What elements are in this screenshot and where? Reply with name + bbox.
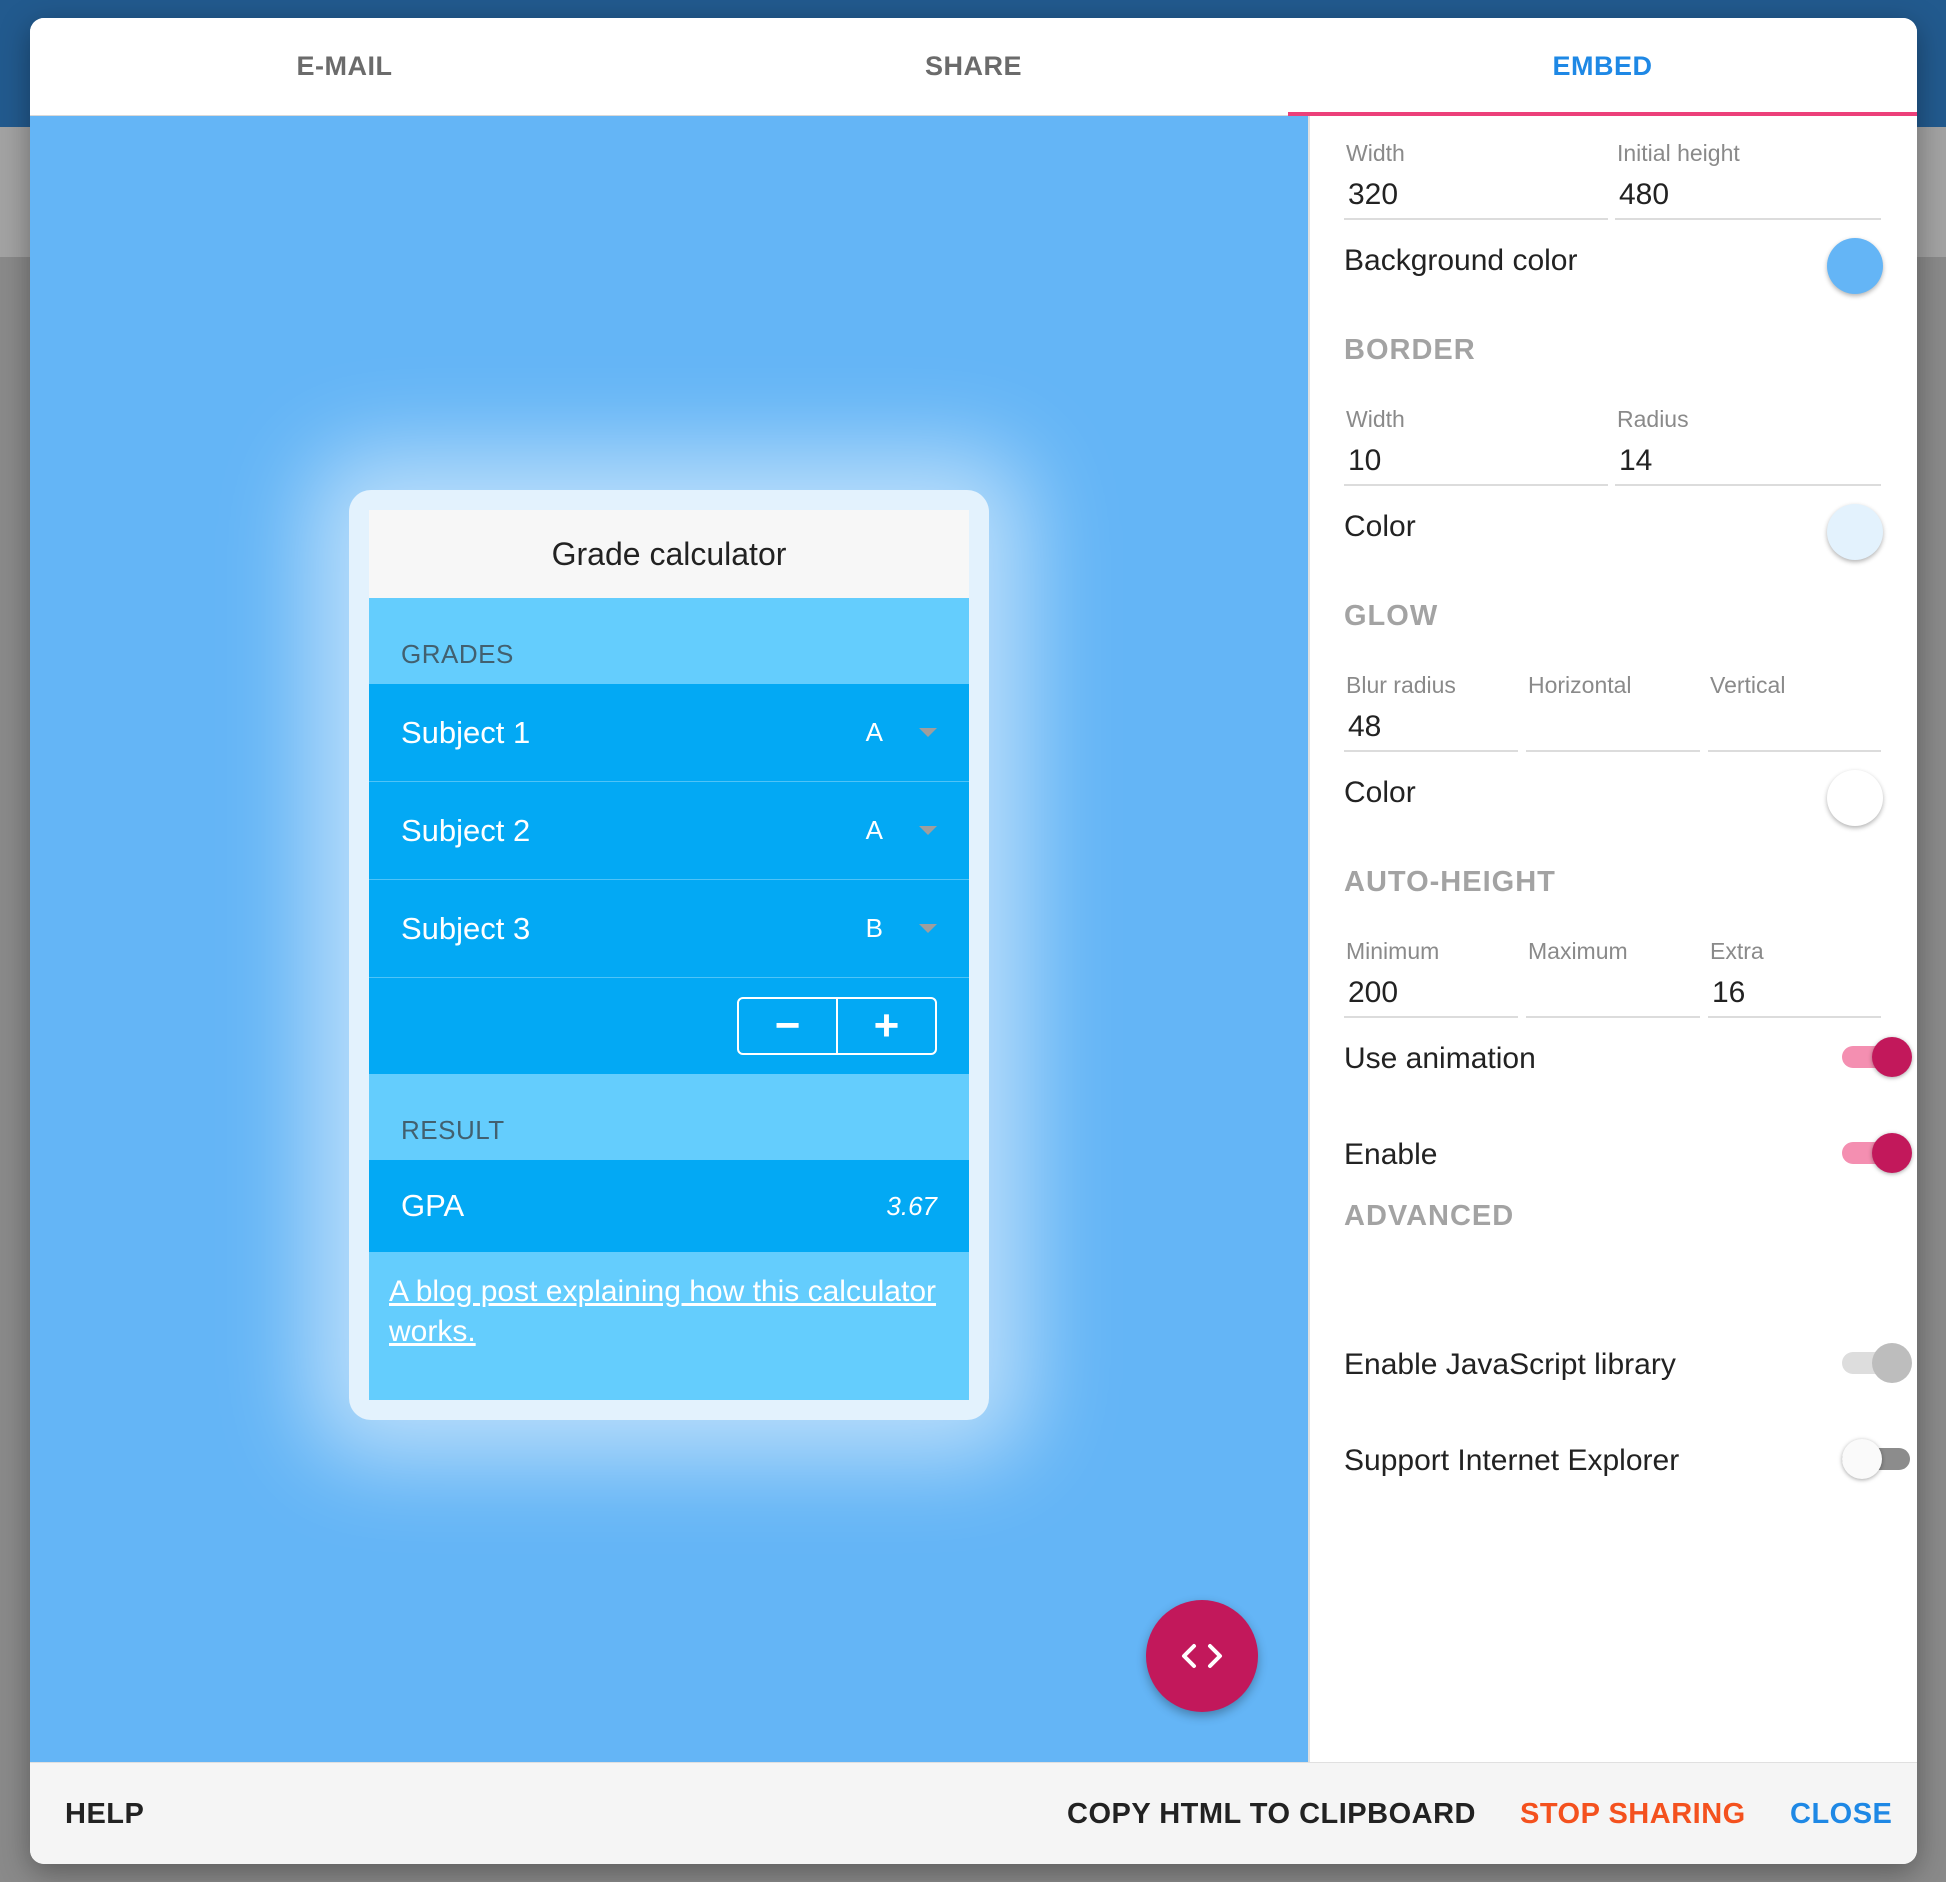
blur-radius-field[interactable]	[1344, 704, 1518, 752]
add-subject-button[interactable]: +	[836, 999, 935, 1053]
js-library-toggle[interactable]	[1842, 1343, 1912, 1383]
border-width-field[interactable]	[1344, 438, 1608, 486]
grade-select-value[interactable]: A	[866, 815, 883, 846]
tab-embed[interactable]: EMBED	[1288, 18, 1917, 116]
tab-bar: E-MAIL SHARE EMBED	[30, 18, 1917, 116]
minimum-field[interactable]	[1344, 970, 1518, 1018]
glow-color-swatch[interactable]	[1827, 770, 1883, 826]
glow-horizontal-label: Horizontal	[1528, 672, 1632, 698]
use-animation-toggle[interactable]	[1842, 1037, 1912, 1077]
dialog-footer: HELP COPY HTML TO CLIPBOARD STOP SHARING…	[30, 1762, 1917, 1864]
tab-share[interactable]: SHARE	[659, 18, 1288, 115]
background-color-label: Background color	[1344, 244, 1578, 277]
ie-support-label: Support Internet Explorer	[1344, 1444, 1680, 1477]
glow-color-label: Color	[1344, 776, 1416, 809]
background-color-swatch[interactable]	[1827, 238, 1883, 294]
enable-auto-height-label: Enable	[1344, 1138, 1438, 1171]
border-heading: BORDER	[1344, 334, 1476, 366]
help-button[interactable]: HELP	[65, 1763, 144, 1864]
grade-select-value[interactable]: B	[866, 913, 883, 944]
border-color-swatch[interactable]	[1827, 504, 1883, 560]
glow-horizontal-field[interactable]	[1526, 704, 1700, 752]
initial-height-label: Initial height	[1617, 140, 1740, 166]
result-value: 3.67	[886, 1190, 937, 1221]
grade-select-value[interactable]: A	[866, 717, 883, 748]
width-label: Width	[1346, 140, 1405, 166]
close-button[interactable]: CLOSE	[1790, 1763, 1892, 1864]
subject-name: Subject 2	[401, 812, 531, 848]
glow-vertical-label: Vertical	[1710, 672, 1786, 698]
dropdown-caret-icon[interactable]	[919, 924, 937, 933]
maximum-field[interactable]	[1526, 970, 1700, 1018]
extra-label: Extra	[1710, 938, 1764, 964]
ie-support-toggle[interactable]	[1842, 1439, 1912, 1479]
dropdown-caret-icon[interactable]	[919, 728, 937, 737]
subject-row[interactable]: Subject 3 B	[369, 880, 969, 978]
subject-name: Subject 1	[401, 714, 531, 750]
result-row: GPA 3.67	[369, 1160, 969, 1252]
blog-post-link[interactable]: A blog post explaining how this calculat…	[369, 1252, 969, 1372]
border-radius-label: Radius	[1617, 406, 1689, 432]
use-animation-label: Use animation	[1344, 1042, 1536, 1075]
embedded-widget: Grade calculator GRADES Subject 1 A Subj…	[369, 510, 969, 1400]
grades-section-label: GRADES	[401, 639, 514, 669]
extra-field[interactable]	[1708, 970, 1881, 1018]
widget-border-frame: Grade calculator GRADES Subject 1 A Subj…	[349, 490, 989, 1420]
share-dialog: E-MAIL SHARE EMBED Grade calculator GRAD…	[30, 18, 1917, 1864]
remove-subject-button[interactable]: −	[739, 999, 836, 1053]
advanced-heading: ADVANCED	[1344, 1200, 1515, 1232]
auto-height-heading: AUTO-HEIGHT	[1344, 866, 1556, 898]
code-icon	[1182, 1644, 1222, 1668]
border-width-label: Width	[1346, 406, 1405, 432]
width-field[interactable]	[1344, 172, 1608, 220]
initial-height-field[interactable]	[1615, 172, 1881, 220]
subject-count-stepper: − +	[737, 997, 937, 1055]
embed-preview: Grade calculator GRADES Subject 1 A Subj…	[30, 116, 1308, 1762]
glow-heading: GLOW	[1344, 600, 1439, 632]
subject-row[interactable]: Subject 1 A	[369, 684, 969, 782]
minimum-label: Minimum	[1346, 938, 1440, 964]
blur-radius-label: Blur radius	[1346, 672, 1456, 698]
enable-auto-height-toggle[interactable]	[1842, 1133, 1912, 1173]
embed-settings-panel: Width Initial height Background color BO…	[1308, 116, 1917, 1762]
tab-email[interactable]: E-MAIL	[30, 18, 659, 115]
stepper-row: − +	[369, 978, 969, 1074]
border-radius-field[interactable]	[1615, 438, 1881, 486]
js-library-label: Enable JavaScript library	[1344, 1348, 1676, 1381]
dropdown-caret-icon[interactable]	[919, 826, 937, 835]
subject-name: Subject 3	[401, 910, 531, 946]
glow-vertical-field[interactable]	[1708, 704, 1881, 752]
subject-row[interactable]: Subject 2 A	[369, 782, 969, 880]
result-section-label: RESULT	[401, 1115, 505, 1145]
border-color-label: Color	[1344, 510, 1416, 543]
result-name: GPA	[401, 1188, 465, 1223]
maximum-label: Maximum	[1528, 938, 1628, 964]
code-fab-button[interactable]	[1146, 1600, 1258, 1712]
stop-sharing-button[interactable]: STOP SHARING	[1520, 1763, 1746, 1864]
widget-title: Grade calculator	[369, 510, 969, 598]
copy-html-button[interactable]: COPY HTML TO CLIPBOARD	[1067, 1763, 1476, 1864]
